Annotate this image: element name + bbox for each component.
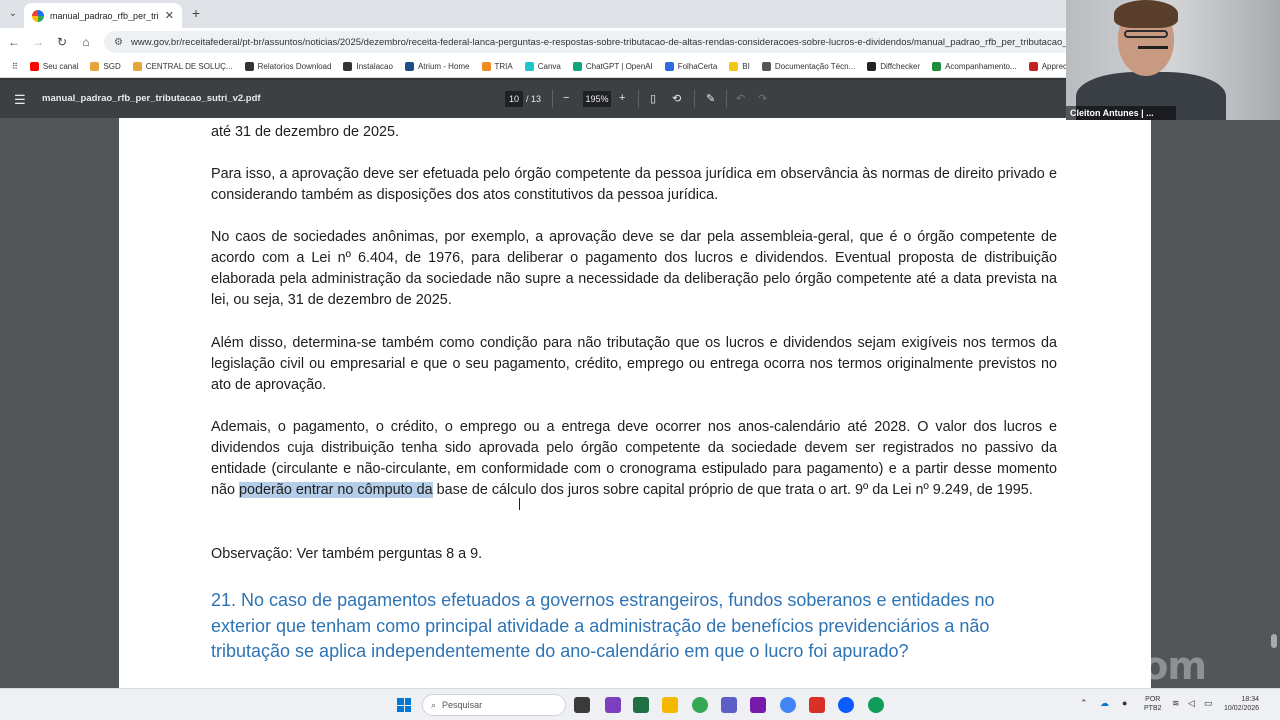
bookmark-item[interactable]: Atrium - Home bbox=[399, 62, 476, 71]
bookmark-item[interactable]: SGD bbox=[84, 62, 126, 71]
paragraph-text: base de cálculo dos juros sobre capital … bbox=[432, 482, 1033, 498]
forward-icon[interactable]: → bbox=[30, 34, 46, 50]
menu-icon[interactable]: ☰ bbox=[14, 92, 26, 108]
paragraph: até 31 de dezembro de 2025. bbox=[211, 124, 400, 140]
close-tab-icon[interactable]: ✕ bbox=[165, 9, 174, 22]
language-indicator[interactable]: POR PTB2 bbox=[1144, 695, 1162, 713]
annotate-icon[interactable]: ✎ bbox=[706, 92, 715, 105]
pdf-app-icon[interactable] bbox=[809, 697, 825, 713]
bookmark-item[interactable]: Instalacao bbox=[337, 62, 398, 71]
bookmark-item[interactable]: Documentação Técn... bbox=[756, 62, 861, 71]
address-bar[interactable]: ⚙ www.gov.br/receitafederal/pt-br/assunt… bbox=[104, 31, 1084, 53]
paragraph: Ademais, o pagamento, o crédito, o empre… bbox=[211, 417, 1057, 501]
onedrive-icon[interactable]: ☁ bbox=[1100, 698, 1109, 709]
pdf-viewer[interactable]: até 31 de dezembro de 2025. Para isso, a… bbox=[0, 118, 1280, 688]
webcam-video: Cleiton Antunes | ... bbox=[1066, 0, 1280, 120]
page-total: / 13 bbox=[526, 94, 542, 104]
site-info-icon[interactable]: ⚙ bbox=[114, 37, 123, 48]
redo-icon[interactable]: ↷ bbox=[758, 92, 767, 105]
pdf-page: até 31 de dezembro de 2025. Para isso, a… bbox=[119, 118, 1151, 688]
bookmark-item[interactable]: BI bbox=[723, 62, 756, 71]
fit-page-icon[interactable]: ▯ bbox=[650, 92, 656, 105]
chrome-active-icon[interactable] bbox=[780, 697, 796, 713]
taskbar: ⌕ Pesquisar ⌃ ☁ ● POR PTB2 ≋ ◁ ▭ 18:34 10/… bbox=[0, 688, 1280, 720]
tab-search-chevron-icon[interactable]: ⌄ bbox=[4, 4, 22, 22]
edge-icon[interactable] bbox=[868, 697, 884, 713]
url-text: www.gov.br/receitafederal/pt-br/assuntos… bbox=[130, 36, 1084, 48]
rotate-icon[interactable]: ⟲ bbox=[672, 92, 681, 105]
presenter-glasses bbox=[1124, 30, 1168, 38]
page-number-input[interactable]: 10 bbox=[505, 91, 523, 107]
browser-tab[interactable]: manual_padrao_rfb_per_tributac ✕ bbox=[24, 3, 182, 28]
search-placeholder: Pesquisar bbox=[442, 700, 483, 710]
text-cursor-icon bbox=[519, 498, 521, 510]
zoom-out-button[interactable]: − bbox=[563, 92, 569, 104]
divider bbox=[552, 90, 553, 108]
tab-title: manual_padrao_rfb_per_tributac bbox=[50, 10, 159, 21]
reload-icon[interactable]: ↻ bbox=[54, 34, 70, 50]
excel-icon[interactable] bbox=[633, 697, 649, 713]
observation-note: Observação: Ver também perguntas 8 a 9. bbox=[211, 546, 483, 562]
bookmark-item[interactable]: TRIA bbox=[476, 62, 519, 71]
taskbar-search[interactable]: ⌕ Pesquisar bbox=[422, 694, 566, 716]
microphone-icon[interactable]: ● bbox=[1122, 698, 1127, 708]
chrome-icon[interactable] bbox=[692, 697, 708, 713]
bookmark-item[interactable]: ChatGPT | OpenAI bbox=[567, 62, 659, 71]
bookmark-item[interactable]: Diffchecker bbox=[861, 62, 926, 71]
headset-mic bbox=[1138, 46, 1168, 49]
windows-start-icon[interactable] bbox=[397, 698, 411, 712]
participant-name: Cleiton Antunes | ... bbox=[1066, 106, 1176, 120]
teams-icon[interactable] bbox=[721, 697, 737, 713]
new-tab-button[interactable]: + bbox=[188, 5, 204, 21]
divider bbox=[638, 90, 639, 108]
apps-grid-icon[interactable]: ⠿ bbox=[6, 62, 24, 71]
bookmark-item[interactable]: Canva bbox=[519, 62, 567, 71]
zoom-watermark: zoom bbox=[1096, 644, 1207, 688]
app-icon[interactable] bbox=[605, 697, 621, 713]
tray-chevron-icon[interactable]: ⌃ bbox=[1080, 698, 1088, 709]
pdf-file-name: manual_padrao_rfb_per_tributacao_sutri_v… bbox=[42, 93, 261, 104]
volume-icon[interactable]: ◁ bbox=[1188, 698, 1195, 709]
file-explorer-icon[interactable] bbox=[662, 697, 678, 713]
bookmark-item[interactable]: Acompanhamento... bbox=[926, 62, 1023, 71]
zoom-in-button[interactable]: + bbox=[619, 92, 625, 104]
zoom-app-icon[interactable] bbox=[838, 697, 854, 713]
scrollbar-thumb[interactable] bbox=[1271, 634, 1277, 648]
undo-icon[interactable]: ↶ bbox=[736, 92, 745, 105]
selected-text[interactable]: poderão entrar no cômputo da bbox=[239, 482, 433, 498]
battery-icon[interactable]: ▭ bbox=[1204, 698, 1213, 709]
task-view-icon[interactable] bbox=[574, 697, 590, 713]
question-heading: 21. No caso de pagamentos efetuados a go… bbox=[211, 590, 995, 661]
onenote-icon[interactable] bbox=[750, 697, 766, 713]
paragraph: Além disso, determina-se também como con… bbox=[211, 335, 1057, 393]
search-icon: ⌕ bbox=[431, 699, 437, 710]
wifi-icon[interactable]: ≋ bbox=[1172, 698, 1180, 709]
back-icon[interactable]: ← bbox=[6, 34, 22, 50]
bookmark-item[interactable]: Seu canal bbox=[24, 62, 85, 71]
paragraph: No caos de sociedades anônimas, por exem… bbox=[211, 229, 1057, 308]
bookmark-item[interactable]: CENTRAL DE SOLUÇ... bbox=[127, 62, 239, 71]
presenter-hair bbox=[1114, 0, 1178, 28]
paragraph: Para isso, a aprovação deve ser efetuada… bbox=[211, 166, 1057, 203]
gov-favicon-icon bbox=[32, 9, 44, 22]
zoom-level-input[interactable]: 195% bbox=[583, 91, 611, 107]
divider bbox=[726, 90, 727, 108]
divider bbox=[694, 90, 695, 108]
bookmark-item[interactable]: Relatorios Download bbox=[239, 62, 338, 71]
bookmark-item[interactable]: FolhaCerta bbox=[659, 62, 724, 71]
system-clock[interactable]: 18:34 10/02/2026 bbox=[1224, 695, 1259, 713]
home-icon[interactable]: ⌂ bbox=[78, 34, 94, 50]
